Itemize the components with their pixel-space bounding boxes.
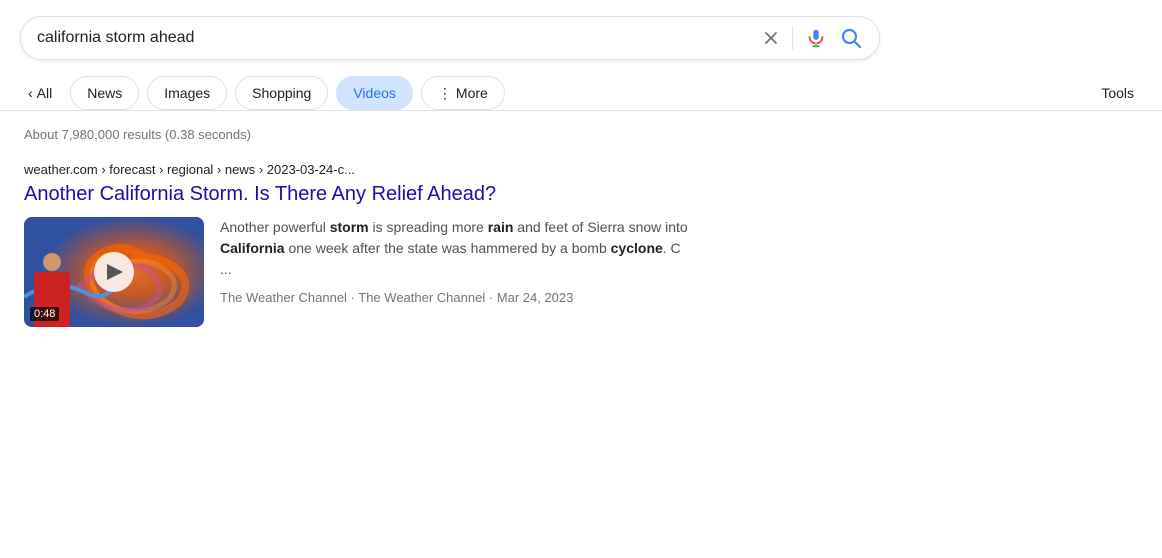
result-item: weather.com › forecast › regional › news… xyxy=(24,162,696,327)
search-button[interactable] xyxy=(839,26,863,50)
duration-badge: 0:48 xyxy=(30,307,59,321)
result-source: The Weather Channel · The Weather Channe… xyxy=(220,288,696,308)
results-count: About 7,980,000 results (0.38 seconds) xyxy=(24,127,696,142)
mic-icon[interactable] xyxy=(805,27,827,49)
search-bar-area xyxy=(0,0,1162,70)
search-input-wrapper xyxy=(20,16,880,60)
result-title-link[interactable]: Another California Storm. Is There Any R… xyxy=(24,181,696,207)
tab-all[interactable]: ‹ All xyxy=(20,79,60,107)
all-tab-label: All xyxy=(37,85,53,101)
tab-images[interactable]: Images xyxy=(147,76,227,110)
play-triangle-icon xyxy=(107,264,123,280)
news-tab-label: News xyxy=(87,85,122,101)
shopping-tab-label: Shopping xyxy=(252,85,311,101)
clear-icon[interactable] xyxy=(762,29,780,47)
thumbnail-inner: 0:48 xyxy=(24,217,204,327)
back-arrow-icon: ‹ xyxy=(28,85,33,101)
nav-tabs: ‹ All News Images Shopping Videos ⋮ More… xyxy=(0,70,1162,111)
result-body: 0:48 Another powerful storm is spreading… xyxy=(24,217,696,327)
tab-more[interactable]: ⋮ More xyxy=(421,76,505,110)
tab-shopping[interactable]: Shopping xyxy=(235,76,328,110)
tab-videos[interactable]: Videos xyxy=(336,76,413,110)
images-tab-label: Images xyxy=(164,85,210,101)
results-area: About 7,980,000 results (0.38 seconds) w… xyxy=(0,111,720,371)
search-divider xyxy=(792,26,793,50)
tab-news[interactable]: News xyxy=(70,76,139,110)
videos-tab-label: Videos xyxy=(353,85,396,101)
result-snippet: Another powerful storm is spreading more… xyxy=(220,217,696,327)
more-tab-label: More xyxy=(456,85,488,101)
result-url: weather.com › forecast › regional › news… xyxy=(24,162,696,177)
tools-label: Tools xyxy=(1101,85,1134,101)
tools-button[interactable]: Tools xyxy=(1093,79,1142,107)
play-button[interactable] xyxy=(94,252,134,292)
result-thumbnail[interactable]: 0:48 xyxy=(24,217,204,327)
more-dots-icon: ⋮ xyxy=(438,85,452,102)
search-input[interactable] xyxy=(37,29,750,47)
